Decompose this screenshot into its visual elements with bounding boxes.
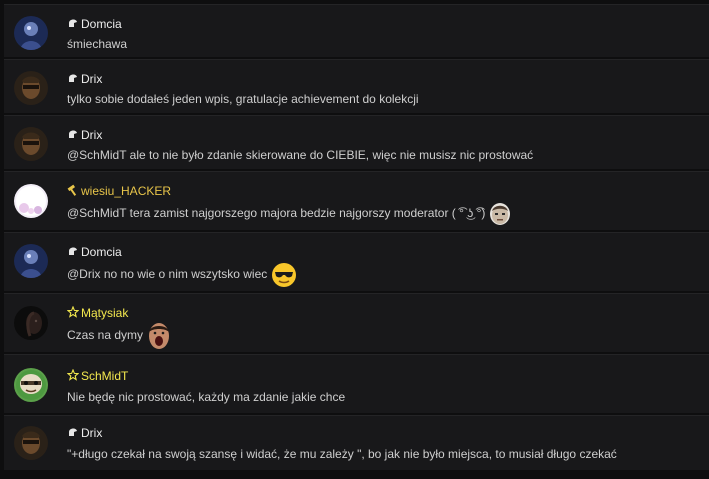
chat-message: Drix tylko sobie dodałeś jeden wpis, gra…	[4, 59, 709, 113]
helmet-icon	[69, 428, 77, 436]
drix-avatar[interactable]	[14, 426, 48, 460]
message-author[interactable]: Drix	[67, 128, 102, 142]
chat-message: Drix @SchMidT ale to nie było zdanie ski…	[4, 115, 709, 169]
chat-message: SchMidT Nie będę nic prostować, każdy ma…	[4, 354, 709, 413]
message-text: @Drix no no wie o nim wszytsko wiec	[67, 262, 297, 288]
helmet-icon	[69, 19, 77, 27]
wiesiu-avatar[interactable]	[14, 184, 48, 218]
message-text: "+długo czekał na swoją szansę i widać, …	[67, 447, 617, 461]
shouting-face-emote-icon	[149, 323, 170, 349]
chat-panel: Domcia śmiechawa Drix tylko sobie dodałe…	[0, 0, 709, 479]
matysiak-avatar[interactable]	[14, 306, 48, 340]
message-text: tylko sobie dodałeś jeden wpis, gratulac…	[67, 92, 419, 106]
helmet-icon	[69, 130, 77, 138]
message-author[interactable]: Drix	[67, 72, 102, 86]
schmidt-avatar[interactable]	[14, 368, 48, 402]
sunglasses-emoji-icon	[272, 263, 297, 287]
chat-message: Drix "+długo czekał na swoją szansę i wi…	[4, 415, 709, 470]
drix-avatar[interactable]	[14, 71, 48, 105]
message-author[interactable]: Domcia	[67, 17, 122, 31]
message-author[interactable]: Domcia	[67, 245, 122, 259]
domcia-avatar[interactable]	[14, 16, 48, 50]
chat-message: Domcia śmiechawa	[4, 4, 709, 57]
star-outline-icon	[67, 369, 79, 381]
message-author[interactable]: Mątysiak	[67, 306, 128, 320]
message-text: śmiechawa	[67, 37, 128, 51]
message-text: @SchMidT ale to nie było zdanie skierowa…	[67, 148, 534, 162]
hammer-icon	[67, 184, 77, 196]
drix-avatar[interactable]	[14, 127, 48, 161]
message-author[interactable]: wiesiu_HACKER	[67, 184, 171, 198]
chat-message: wiesiu_HACKER @SchMidT tera zamist najgo…	[4, 171, 709, 230]
star-outline-icon	[67, 306, 79, 318]
chat-message: Domcia @Drix no no wie o nim wszytsko wi…	[4, 232, 709, 291]
message-text: Nie będę nic prostować, każdy ma zdanie …	[67, 390, 346, 404]
message-author[interactable]: Drix	[67, 426, 102, 440]
message-text: Czas na dymy	[67, 322, 171, 350]
helmet-icon	[69, 74, 77, 82]
message-text: @SchMidT tera zamist najgorszego majora …	[67, 202, 511, 226]
domcia-avatar[interactable]	[14, 244, 48, 278]
face-emote-icon	[490, 203, 511, 225]
message-author[interactable]: SchMidT	[67, 369, 128, 383]
helmet-icon	[69, 247, 77, 255]
chat-message: Mątysiak Czas na dymy	[4, 293, 709, 352]
